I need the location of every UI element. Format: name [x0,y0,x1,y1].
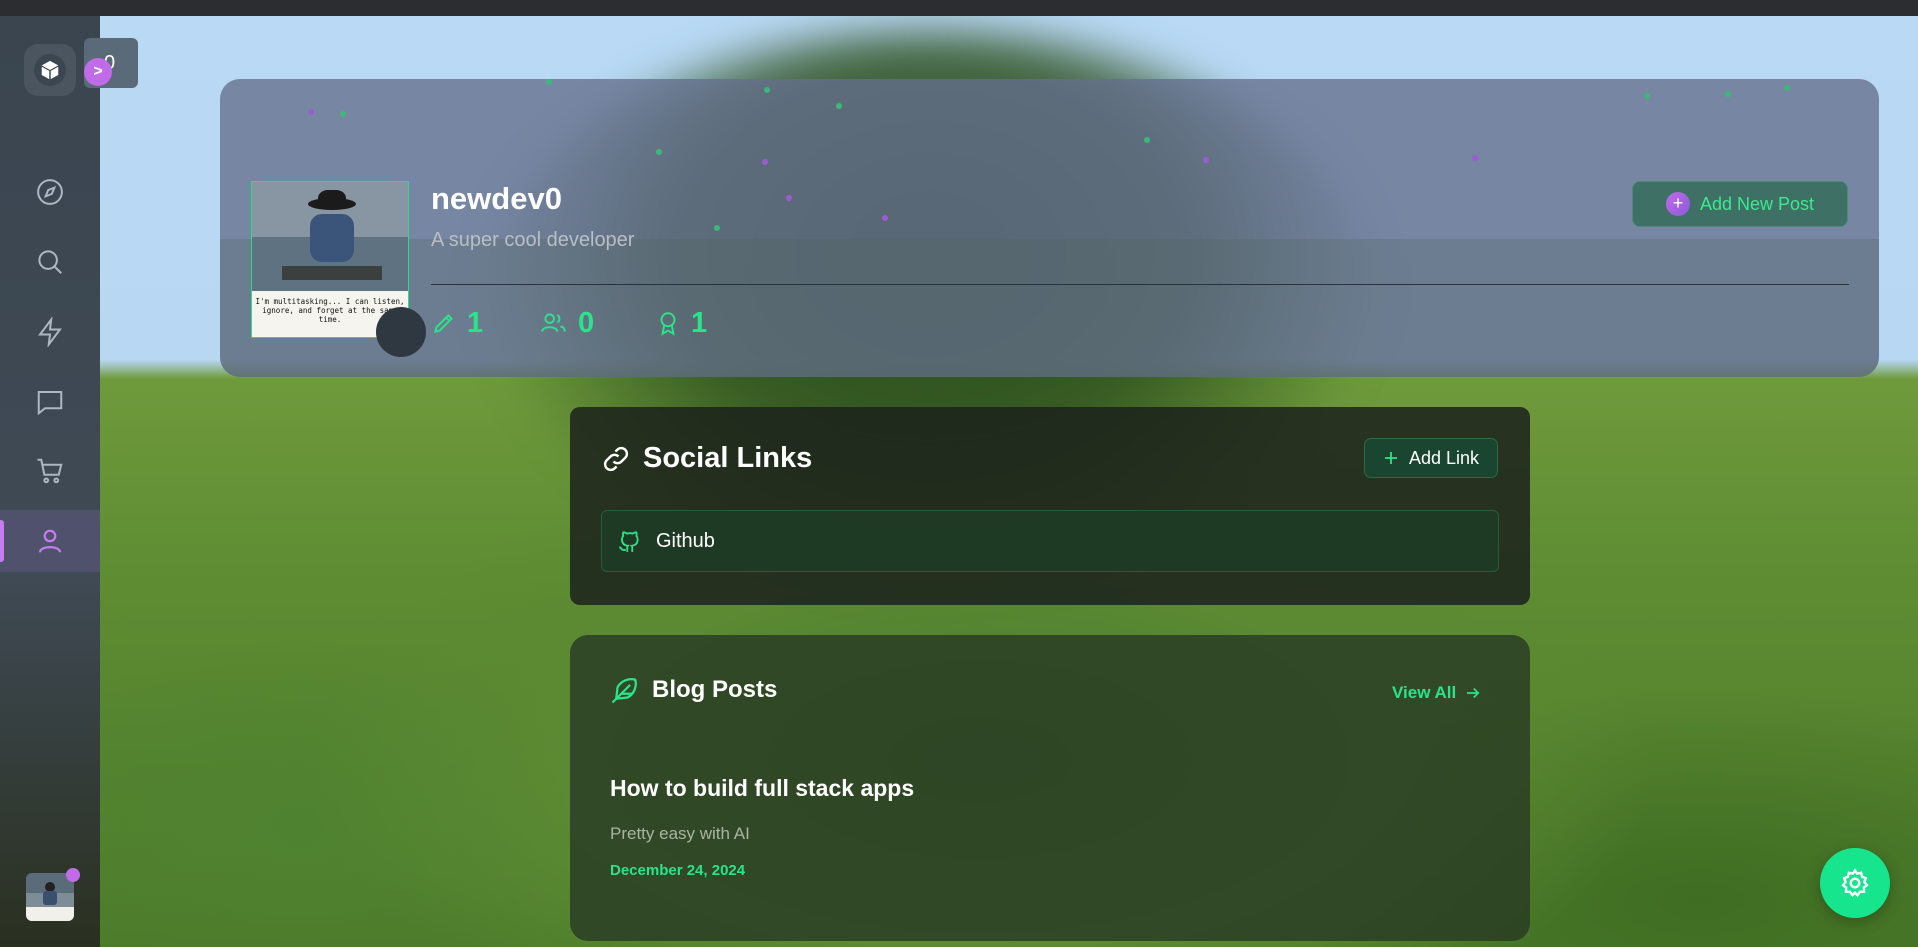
stat-followers[interactable]: 0 [540,307,594,339]
stat-posts-count: 1 [467,306,484,339]
blog-posts-heading: Blog Posts [610,675,777,705]
plus-icon [1384,452,1397,464]
user-icon [38,529,62,553]
social-links-card: Social Links Add Link Github [570,407,1530,605]
add-new-post-button[interactable]: + Add New Post [1632,181,1848,227]
stat-badges[interactable]: 1 [655,307,707,339]
users-icon [541,313,566,332]
sidebar-expand-button[interactable]: > [84,58,112,86]
blog-post-title[interactable]: How to build full stack apps [610,775,914,802]
stat-badges-count: 1 [691,306,708,339]
github-icon [618,531,639,552]
sidebar-item-explore[interactable] [0,161,100,223]
profile-username: newdev0 [431,181,562,216]
compass-icon [37,179,63,205]
sidebar-item-activity[interactable] [0,301,100,363]
sidebar-item-messages[interactable] [0,371,100,433]
blog-post-excerpt: Pretty easy with AI [610,824,750,843]
blog-post-date: December 24, 2024 [610,862,746,879]
settings-button[interactable] [1820,848,1890,918]
browser-bookmark-bar [0,0,1918,16]
feather-icon [611,678,637,704]
view-all-link[interactable]: View All [1392,683,1482,703]
sidebar-item-shop[interactable] [0,440,100,502]
add-link-button[interactable]: Add Link [1364,438,1498,478]
profile-bio: A super cool developer [431,229,635,251]
link-icon [603,446,629,471]
cube-icon [41,60,59,80]
sidebar [0,16,100,947]
profile-header-card: I'm multitasking... I can listen, ignore… [220,79,1879,377]
message-icon [37,391,63,416]
sidebar-item-profile[interactable] [0,510,100,572]
cart-icon [37,458,63,484]
avatar-edit-badge[interactable] [376,307,426,357]
gear-icon [1841,868,1869,898]
arrow-right-icon [1467,687,1480,699]
sidebar-item-search[interactable] [0,231,100,293]
notification-dot [66,868,80,882]
app-logo[interactable] [24,44,76,96]
award-icon [660,312,676,336]
search-icon [38,250,62,274]
stat-followers-count: 0 [578,306,595,339]
plus-icon: + [1665,192,1690,216]
blog-posts-card: Blog Posts View All How to build full st… [570,635,1530,941]
lightning-icon [38,317,62,347]
social-link-github[interactable]: Github [601,510,1499,572]
chevron-right-icon: > [93,63,103,80]
social-link-label: Github [656,529,715,552]
stat-posts[interactable]: 1 [431,307,483,339]
profile-divider [431,284,1849,285]
user-avatar[interactable] [26,873,74,921]
social-links-heading: Social Links [601,442,812,475]
pencil-icon [433,314,453,334]
